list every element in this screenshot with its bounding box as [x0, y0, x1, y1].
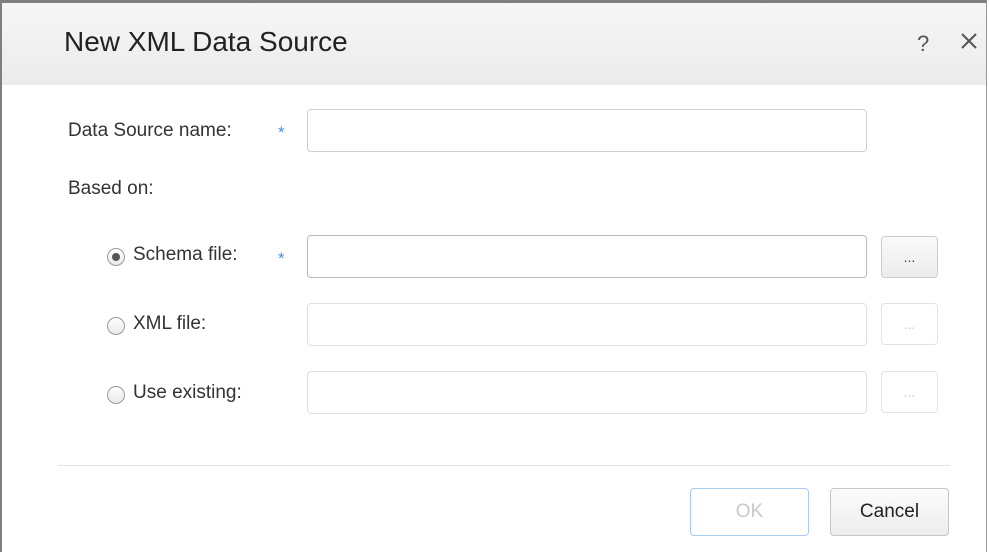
data-source-name-input[interactable] [307, 109, 867, 152]
schema-file-input[interactable] [307, 235, 867, 278]
use-existing-radio[interactable] [107, 386, 125, 404]
required-marker: * [278, 123, 285, 142]
xml-file-browse-button[interactable]: ... [881, 303, 938, 345]
ok-button[interactable]: OK [690, 488, 809, 536]
use-existing-browse-button[interactable]: ... [881, 371, 938, 413]
schema-file-browse-button[interactable]: ... [881, 236, 938, 278]
dialog-title: New XML Data Source [64, 26, 348, 57]
xml-file-input[interactable] [307, 303, 867, 346]
based-on-label: Based on: [68, 178, 154, 199]
xml-file-radio[interactable] [107, 317, 125, 335]
xml-file-label: XML file: [133, 313, 207, 334]
data-source-name-label: Data Source name: [68, 120, 232, 141]
schema-file-label: Schema file: [133, 244, 238, 265]
use-existing-label: Use existing: [133, 382, 242, 403]
close-icon[interactable] [958, 30, 980, 52]
cancel-button[interactable]: Cancel [830, 488, 949, 536]
schema-file-radio[interactable] [107, 248, 125, 266]
schema-file-required-marker: * [278, 249, 285, 268]
help-icon[interactable]: ? [917, 31, 929, 57]
dialog-titlebar: New XML Data Source ? [2, 3, 986, 85]
use-existing-input[interactable] [307, 371, 867, 414]
footer-divider [58, 465, 950, 466]
